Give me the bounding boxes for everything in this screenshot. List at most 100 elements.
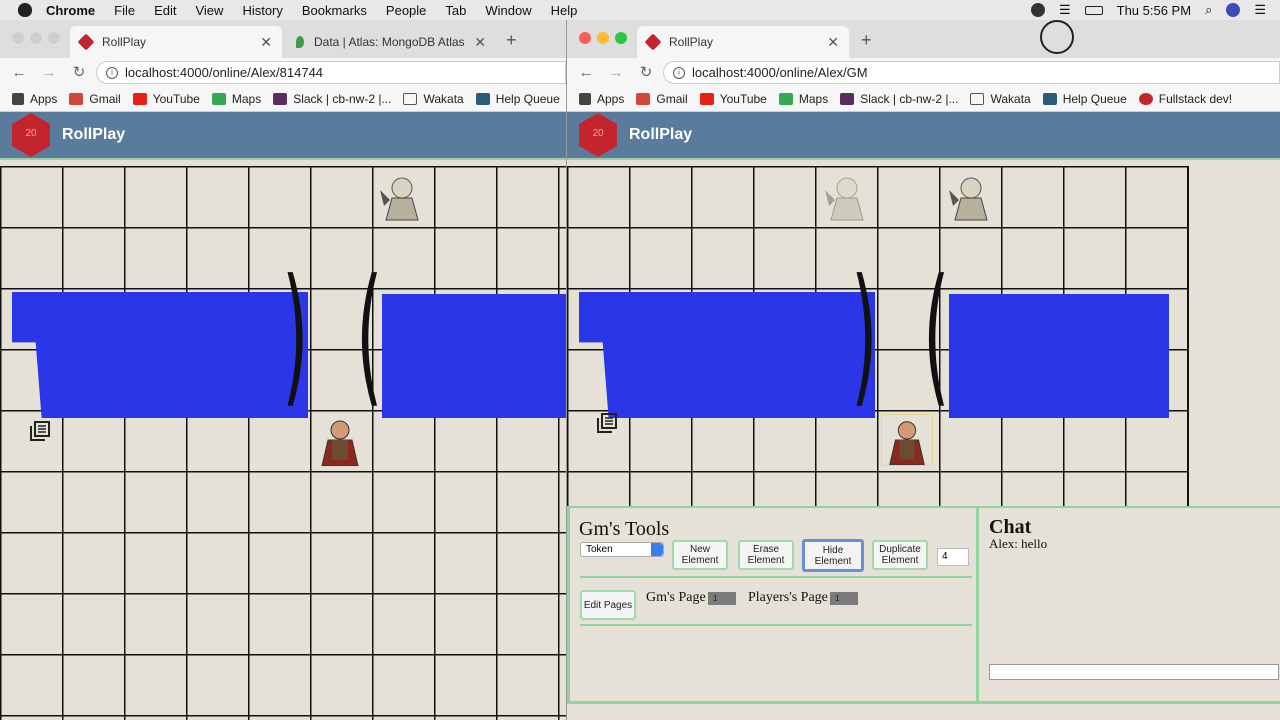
reload-icon[interactable]: ↻ xyxy=(68,63,90,81)
menu-tab[interactable]: Tab xyxy=(445,3,466,18)
forward-icon[interactable]: → xyxy=(38,64,60,81)
app-header: 20 RollPlay xyxy=(0,112,566,160)
tab-title: RollPlay xyxy=(102,35,147,49)
players-page-input[interactable]: 1 xyxy=(830,592,858,605)
cursor-highlight xyxy=(1040,20,1074,54)
wall-drawing[interactable] xyxy=(579,292,875,418)
bookmark-apps[interactable]: Apps xyxy=(579,92,624,106)
search-icon[interactable]: ⌕ xyxy=(1205,2,1212,18)
menu-history[interactable]: History xyxy=(242,3,282,18)
game-board[interactable]: ) ( xyxy=(0,166,566,720)
erase-element-button[interactable]: Erase Element xyxy=(738,540,794,570)
app-brand[interactable]: RollPlay xyxy=(629,126,692,144)
window-controls[interactable] xyxy=(579,32,627,44)
reload-icon[interactable]: ↻ xyxy=(635,63,657,81)
gm-page-input[interactable]: 1 xyxy=(708,592,736,605)
d20-favicon-icon xyxy=(644,33,662,51)
menu-bookmarks[interactable]: Bookmarks xyxy=(302,3,367,18)
bookmark-fullstack[interactable]: Fullstack dev! xyxy=(1138,92,1232,106)
tab-rollplay[interactable]: RollPlay ✕ xyxy=(70,26,282,58)
bookmarks-bar: Apps Gmail YouTube Maps Slack | cb-nw-2 … xyxy=(0,86,566,112)
wall-drawing[interactable] xyxy=(12,292,308,418)
menu-window[interactable]: Window xyxy=(485,3,531,18)
door-bracket[interactable]: ( xyxy=(356,260,382,410)
info-icon[interactable]: i xyxy=(673,67,685,79)
bookmark-maps[interactable]: Maps xyxy=(778,92,828,106)
bookmark-slack[interactable]: Slack | cb-nw-2 |... xyxy=(840,92,958,106)
back-icon[interactable]: ← xyxy=(8,64,30,81)
forward-icon[interactable]: → xyxy=(605,64,627,81)
app-header: 20 RollPlay xyxy=(567,112,1280,160)
wifi-icon[interactable]: ☰ xyxy=(1059,2,1071,18)
bookmark-apps[interactable]: Apps xyxy=(12,92,57,106)
bookmark-youtube[interactable]: YouTube xyxy=(699,92,767,106)
user-icon[interactable] xyxy=(1226,3,1241,17)
wall-drawing[interactable] xyxy=(949,294,1169,418)
close-tab-icon[interactable]: ✕ xyxy=(474,34,486,51)
bookmark-slack[interactable]: Slack | cb-nw-2 |... xyxy=(273,92,391,106)
divider xyxy=(580,624,972,626)
wall-drawing[interactable] xyxy=(382,294,566,418)
bookmark-youtube[interactable]: YouTube xyxy=(132,92,200,106)
menu-file[interactable]: File xyxy=(114,3,135,18)
menu-help[interactable]: Help xyxy=(551,3,578,18)
tab-title: Data | Atlas: MongoDB Atlas xyxy=(314,35,465,49)
bookmark-help-queue[interactable]: Help Queue xyxy=(475,92,560,106)
bookmark-wakata[interactable]: Wakata xyxy=(403,92,464,106)
tab-rollplay[interactable]: RollPlay ✕ xyxy=(637,26,849,58)
chevron-down-icon xyxy=(651,543,663,556)
count-input[interactable]: 4 xyxy=(937,548,969,566)
chat-panel: Chat Alex: hello xyxy=(979,508,1280,704)
new-tab-icon[interactable]: + xyxy=(861,30,872,51)
info-icon[interactable]: i xyxy=(106,67,118,79)
chat-input[interactable] xyxy=(989,664,1279,680)
nav-bar: ← → ↻ i localhost:4000/online/Alex/81474… xyxy=(0,58,566,86)
door-bracket[interactable]: ( xyxy=(923,260,949,410)
address-bar[interactable]: i localhost:4000/online/Alex/814744 xyxy=(96,61,566,84)
gm-tools: Gm's Tools Token New Element Erase Eleme… xyxy=(567,508,979,704)
bookmark-gmail[interactable]: Gmail xyxy=(636,92,688,106)
menu-view[interactable]: View xyxy=(195,3,223,18)
list-icon[interactable]: ☰ xyxy=(1254,2,1266,18)
duplicate-element-button[interactable]: Duplicate Element xyxy=(872,540,928,570)
door-bracket[interactable]: ) xyxy=(282,260,308,410)
menu-people[interactable]: People xyxy=(386,3,426,18)
bookmark-maps[interactable]: Maps xyxy=(211,92,261,106)
door-bracket[interactable]: ) xyxy=(851,260,877,410)
pages-icon[interactable] xyxy=(29,420,51,442)
app-brand[interactable]: RollPlay xyxy=(62,126,125,144)
gm-tools-title: Gm's Tools xyxy=(579,518,670,540)
tab-strip: RollPlay ✕ Data | Atlas: MongoDB Atlas ✕… xyxy=(0,20,566,58)
menubar-clock[interactable]: Thu 5:56 PM xyxy=(1117,3,1191,18)
bookmark-help-queue[interactable]: Help Queue xyxy=(1042,92,1127,106)
pages-icon[interactable] xyxy=(596,412,618,434)
close-tab-icon[interactable]: ✕ xyxy=(827,34,839,51)
token-warrior[interactable] xyxy=(945,170,997,222)
element-type-select[interactable]: Token xyxy=(580,542,664,557)
url-text: localhost:4000/online/Alex/GM xyxy=(692,65,868,80)
menu-edit[interactable]: Edit xyxy=(154,3,176,18)
tab-title: RollPlay xyxy=(669,35,714,49)
mac-menubar: Chrome File Edit View History Bookmarks … xyxy=(0,0,1280,20)
chat-message: Alex: hello xyxy=(989,536,1048,551)
token-warrior-hidden[interactable] xyxy=(821,170,873,222)
window-controls[interactable] xyxy=(12,32,60,44)
record-icon[interactable] xyxy=(1030,3,1045,17)
apple-icon[interactable] xyxy=(18,3,32,17)
bookmark-wakata[interactable]: Wakata xyxy=(970,92,1031,106)
back-icon[interactable]: ← xyxy=(575,64,597,81)
tab-strip: RollPlay ✕ + xyxy=(567,20,1280,58)
tab-mongodb[interactable]: Data | Atlas: MongoDB Atlas ✕ xyxy=(286,26,496,58)
game-board[interactable]: ) ( xyxy=(567,166,1280,506)
browser-window-player: RollPlay ✕ Data | Atlas: MongoDB Atlas ✕… xyxy=(0,20,566,720)
token-warrior[interactable] xyxy=(376,170,428,222)
bookmark-gmail[interactable]: Gmail xyxy=(69,92,121,106)
edit-pages-button[interactable]: Edit Pages xyxy=(580,590,636,620)
battery-icon[interactable] xyxy=(1084,5,1103,15)
menu-app-name[interactable]: Chrome xyxy=(46,3,95,18)
hide-element-button[interactable]: Hide Element xyxy=(802,539,864,572)
close-tab-icon[interactable]: ✕ xyxy=(260,34,272,51)
new-element-button[interactable]: New Element xyxy=(672,540,728,570)
address-bar[interactable]: i localhost:4000/online/Alex/GM xyxy=(663,61,1280,84)
new-tab-icon[interactable]: + xyxy=(506,30,517,51)
